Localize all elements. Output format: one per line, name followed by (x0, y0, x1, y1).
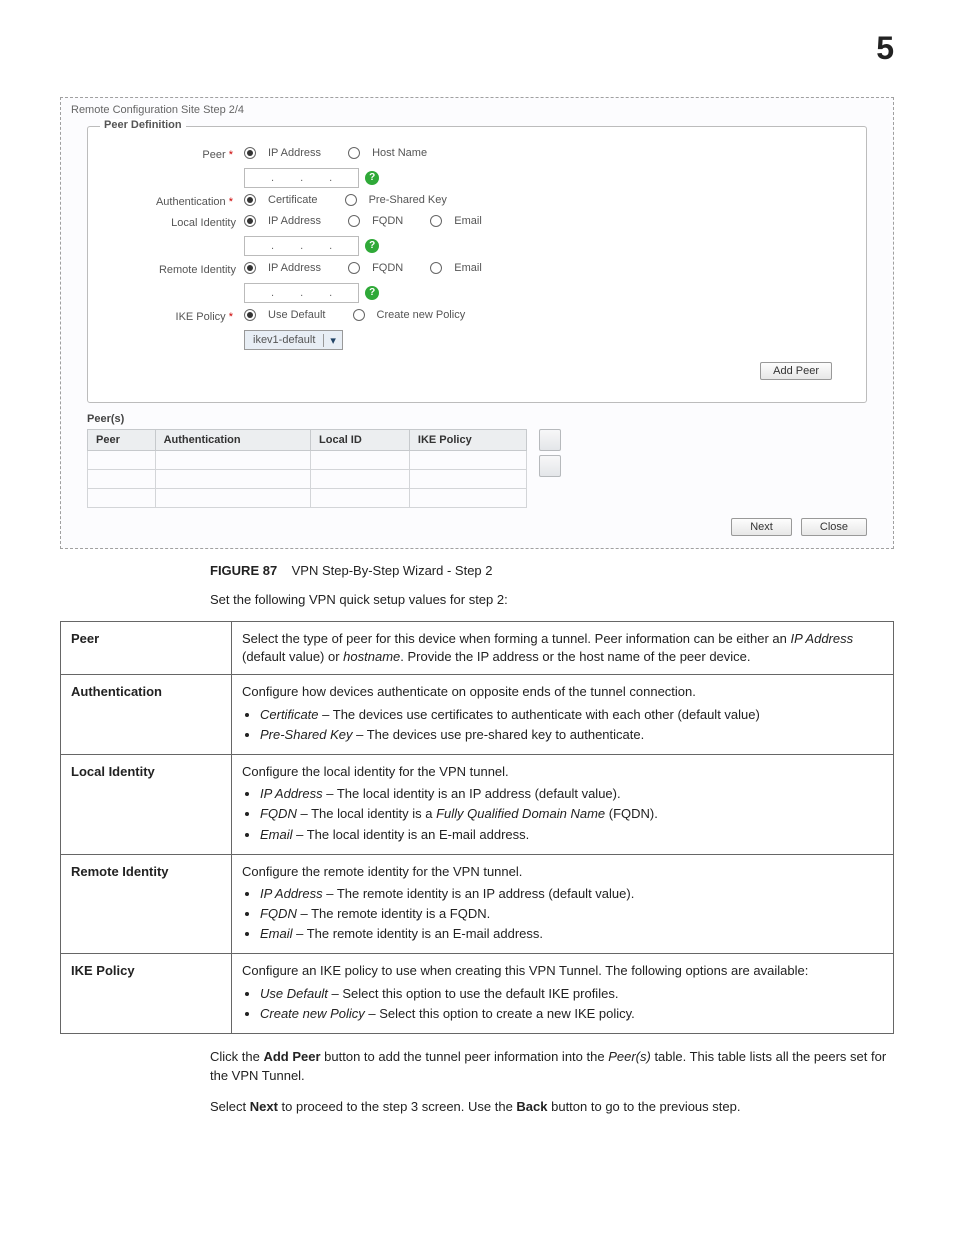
intro-paragraph: Set the following VPN quick setup values… (210, 592, 894, 607)
remoteid-ip-input[interactable]: ... (244, 283, 359, 303)
th-auth: Authentication (155, 430, 310, 451)
peers-table: Peer Authentication Local ID IKE Policy (87, 429, 867, 508)
desc-key-remote: Remote Identity (61, 854, 232, 954)
auth-label: Authentication (156, 196, 226, 208)
localid-radio-fqdn[interactable]: FQDN (348, 215, 415, 227)
row-localid: Local Identity IP Address FQDN Email (106, 215, 848, 230)
opt-ip: IP Address (268, 147, 321, 159)
table-row (88, 470, 527, 489)
desc-key-ike: IKE Policy (61, 954, 232, 1034)
help-icon[interactable]: ? (365, 239, 379, 253)
opt-email2: Email (454, 262, 482, 274)
opt-cert: Certificate (268, 194, 318, 206)
table-row (88, 451, 527, 470)
localid-radio-email[interactable]: Email (430, 215, 494, 227)
opt-new: Create new Policy (377, 309, 466, 321)
peer-radio-ip[interactable]: IP Address (244, 147, 333, 159)
wizard-screenshot: Remote Configuration Site Step 2/4 Peer … (60, 97, 894, 549)
desc-key-peer: Peer (61, 622, 232, 675)
desc-val-ike: Configure an IKE policy to use when crea… (232, 954, 894, 1034)
th-localid: Local ID (311, 430, 410, 451)
row-remoteid: Remote Identity IP Address FQDN Email (106, 262, 848, 277)
desc-val-peer: Select the type of peer for this device … (232, 622, 894, 675)
add-peer-button[interactable]: Add Peer (760, 362, 832, 380)
delete-row-button[interactable] (539, 455, 561, 477)
desc-key-auth: Authentication (61, 675, 232, 755)
help-icon[interactable]: ? (365, 286, 379, 300)
description-table: Peer Select the type of peer for this de… (60, 621, 894, 1034)
ike-label: IKE Policy (176, 311, 226, 323)
peer-label: Peer (202, 149, 225, 161)
ike-dropdown-value: ikev1-default (245, 334, 323, 346)
edit-row-button[interactable] (539, 429, 561, 451)
desc-val-local: Configure the local identity for the VPN… (232, 754, 894, 854)
remoteid-label: Remote Identity (106, 264, 244, 276)
peers-heading: Peer(s) (87, 413, 883, 425)
opt-hn: Host Name (372, 147, 427, 159)
remoteid-radio-fqdn[interactable]: FQDN (348, 262, 415, 274)
help-icon[interactable]: ? (365, 171, 379, 185)
chevron-down-icon: ▾ (323, 334, 342, 347)
figure-caption: FIGURE 87 VPN Step-By-Step Wizard - Step… (210, 563, 894, 578)
table-row (88, 489, 527, 508)
th-ikepolicy: IKE Policy (409, 430, 526, 451)
page-number: 5 (60, 30, 894, 67)
ike-dropdown[interactable]: ikev1-default ▾ (244, 330, 343, 350)
opt-def: Use Default (268, 309, 325, 321)
row-ike: IKE Policy * Use Default Create new Poli… (106, 309, 848, 324)
localid-label: Local Identity (106, 217, 244, 229)
th-peer: Peer (88, 430, 156, 451)
ike-radio-default[interactable]: Use Default (244, 309, 337, 321)
close-button[interactable]: Close (801, 518, 867, 536)
opt-fqdn: FQDN (372, 215, 403, 227)
paragraph-next: Select Next to proceed to the step 3 scr… (210, 1098, 894, 1117)
peer-definition-group: Peer Definition Peer * IP Address Host N… (87, 126, 867, 403)
localid-ip-input[interactable]: ... (244, 236, 359, 256)
localid-radio-ip[interactable]: IP Address (244, 215, 333, 227)
desc-key-local: Local Identity (61, 754, 232, 854)
peer-ip-input[interactable]: ... (244, 168, 359, 188)
figure-text: VPN Step-By-Step Wizard - Step 2 (292, 563, 493, 578)
peer-definition-legend: Peer Definition (100, 119, 186, 131)
opt-email: Email (454, 215, 482, 227)
row-peer: Peer * IP Address Host Name (106, 147, 848, 162)
auth-radio-psk[interactable]: Pre-Shared Key (345, 194, 459, 206)
remoteid-radio-email[interactable]: Email (430, 262, 494, 274)
desc-val-auth: Configure how devices authenticate on op… (232, 675, 894, 755)
remoteid-radio-ip[interactable]: IP Address (244, 262, 333, 274)
desc-val-remote: Configure the remote identity for the VP… (232, 854, 894, 954)
opt-ip2: IP Address (268, 215, 321, 227)
wizard-title: Remote Configuration Site Step 2/4 (71, 104, 883, 116)
next-button[interactable]: Next (731, 518, 792, 536)
paragraph-add-peer: Click the Add Peer button to add the tun… (210, 1048, 894, 1086)
peer-radio-hostname[interactable]: Host Name (348, 147, 439, 159)
auth-radio-cert[interactable]: Certificate (244, 194, 330, 206)
opt-ip3: IP Address (268, 262, 321, 274)
figure-label: FIGURE 87 (210, 563, 277, 578)
opt-fqdn2: FQDN (372, 262, 403, 274)
opt-psk: Pre-Shared Key (369, 194, 447, 206)
row-auth: Authentication * Certificate Pre-Shared … (106, 194, 848, 209)
ike-radio-create[interactable]: Create new Policy (353, 309, 478, 321)
